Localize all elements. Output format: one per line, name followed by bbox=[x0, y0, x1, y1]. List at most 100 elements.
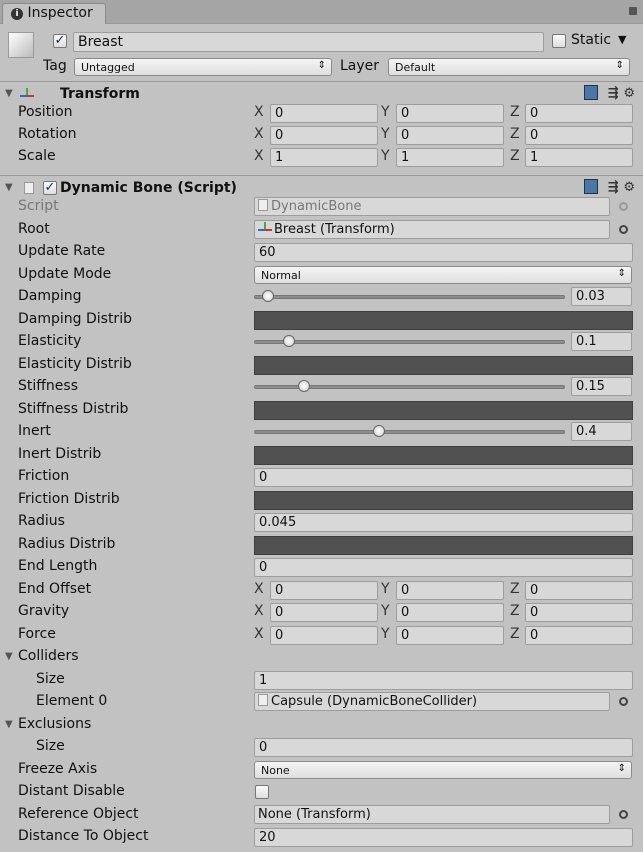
end-length-row: End Length 0 bbox=[0, 556, 643, 579]
slider-track[interactable] bbox=[254, 340, 565, 344]
updown-icon: ⇕ bbox=[617, 267, 626, 279]
z-field[interactable]: 0 bbox=[525, 603, 633, 622]
curve-field[interactable] bbox=[254, 490, 633, 510]
slider-value-field[interactable]: 0.15 bbox=[571, 377, 632, 396]
info-icon: i bbox=[11, 8, 23, 20]
x-field[interactable]: 0 bbox=[270, 126, 378, 145]
element-0-row: Element 0 Capsule (DynamicBoneCollider) bbox=[0, 691, 643, 714]
foldout-arrow-icon[interactable]: ▼ bbox=[5, 182, 13, 193]
slider-thumb[interactable] bbox=[283, 335, 295, 347]
slider-value-field[interactable]: 0.03 bbox=[571, 287, 632, 306]
z-field[interactable]: 0 bbox=[525, 580, 633, 600]
z-field[interactable]: 1 bbox=[525, 148, 633, 167]
update-mode-row: Update Mode Normal ⇕ bbox=[0, 264, 643, 287]
axis-label-x: X bbox=[254, 104, 264, 120]
static-checkbox[interactable] bbox=[552, 34, 566, 48]
axis-label-z: Z bbox=[510, 148, 520, 164]
friction-row: Friction 0 bbox=[0, 466, 643, 489]
x-field[interactable]: 0 bbox=[270, 580, 378, 600]
slider-thumb[interactable] bbox=[298, 380, 310, 392]
field-label: Force bbox=[18, 625, 56, 642]
lock-icon[interactable] bbox=[629, 7, 637, 15]
slider-thumb[interactable] bbox=[373, 425, 385, 437]
x-field[interactable]: 0 bbox=[270, 625, 378, 645]
field-label: Scale bbox=[18, 148, 56, 164]
z-field[interactable]: 0 bbox=[525, 104, 633, 123]
x-field[interactable]: 0 bbox=[270, 603, 378, 622]
slider-value-field[interactable]: 0.1 bbox=[571, 332, 632, 351]
stiffness-distrib-row: Stiffness Distrib bbox=[0, 399, 643, 422]
object-value: Capsule (DynamicBoneCollider) bbox=[271, 694, 478, 709]
object-field[interactable]: Breast (Transform) bbox=[254, 219, 610, 239]
axis-label-y: Y bbox=[381, 580, 390, 597]
object-value: DynamicBone bbox=[271, 199, 362, 214]
text-field[interactable]: 0.045 bbox=[254, 513, 633, 532]
y-field[interactable]: 0 bbox=[396, 625, 504, 645]
preset-icon[interactable]: ⇶ bbox=[608, 86, 619, 101]
object-picker-icon[interactable] bbox=[619, 697, 628, 706]
field-label: Script bbox=[18, 198, 59, 214]
axis-label-z: Z bbox=[510, 625, 520, 642]
gear-icon[interactable]: ⚙ bbox=[623, 86, 635, 101]
gear-icon[interactable]: ⚙ bbox=[623, 180, 635, 195]
y-field[interactable]: 0 bbox=[396, 580, 504, 600]
curve-field[interactable] bbox=[254, 535, 633, 555]
object-field[interactable]: Capsule (DynamicBoneCollider) bbox=[254, 692, 610, 711]
object-name-input[interactable]: Breast bbox=[73, 32, 544, 52]
text-field[interactable]: 60 bbox=[254, 243, 633, 262]
foldout-arrow-icon[interactable]: ▼ bbox=[5, 651, 13, 662]
script-icon bbox=[258, 694, 268, 706]
foldout-arrow-icon[interactable]: ▼ bbox=[5, 719, 13, 730]
object-picker-icon[interactable] bbox=[619, 224, 628, 234]
tag-dropdown[interactable]: Untagged ⇕ bbox=[74, 58, 332, 76]
checkbox[interactable] bbox=[255, 785, 269, 799]
dropdown[interactable]: Normal ⇕ bbox=[254, 265, 632, 284]
text-field[interactable]: 1 bbox=[254, 670, 633, 690]
text-field[interactable]: 0 bbox=[254, 738, 633, 757]
z-field[interactable]: 0 bbox=[525, 126, 633, 145]
foldout-arrow-icon[interactable]: ▼ bbox=[5, 88, 13, 99]
active-checkbox[interactable]: ✓ bbox=[53, 34, 67, 48]
y-field[interactable]: 0 bbox=[396, 104, 504, 123]
slider-value-field[interactable]: 0.4 bbox=[571, 422, 632, 441]
field-label: Distant Disable bbox=[18, 783, 125, 799]
z-field[interactable]: 0 bbox=[525, 625, 633, 645]
colliders-row: ▼ Colliders bbox=[0, 646, 643, 669]
curve-field[interactable] bbox=[254, 445, 633, 465]
distant-disable-row: Distant Disable bbox=[0, 781, 643, 804]
y-field[interactable]: 0 bbox=[396, 603, 504, 622]
help-icon[interactable] bbox=[583, 85, 598, 100]
gameobject-cube-icon[interactable] bbox=[8, 32, 34, 58]
object-picker-icon[interactable] bbox=[619, 809, 628, 819]
text-field[interactable]: 0 bbox=[254, 558, 633, 577]
x-field[interactable]: 0 bbox=[270, 104, 378, 123]
y-field[interactable]: 0 bbox=[396, 126, 504, 145]
field-label[interactable]: Exclusions bbox=[18, 716, 91, 732]
y-field[interactable]: 1 bbox=[396, 148, 504, 167]
axis-label-z: Z bbox=[510, 126, 520, 142]
static-dropdown-arrow-icon[interactable]: ▼ bbox=[618, 33, 626, 46]
component-enabled-checkbox[interactable]: ✓ bbox=[43, 181, 57, 195]
curve-field[interactable] bbox=[254, 310, 633, 330]
field-label: Position bbox=[18, 104, 73, 120]
help-icon[interactable] bbox=[583, 179, 598, 194]
updown-icon: ⇕ bbox=[615, 60, 624, 71]
force-row: Force X 0 Y 0 Z 0 bbox=[0, 624, 643, 647]
dropdown[interactable]: None ⇕ bbox=[254, 760, 632, 779]
transform-icon bbox=[20, 88, 34, 100]
x-field[interactable]: 1 bbox=[270, 148, 378, 167]
preset-icon[interactable]: ⇶ bbox=[608, 180, 619, 195]
tab-inspector[interactable]: i Inspector bbox=[2, 3, 106, 24]
object-field[interactable]: None (Transform) bbox=[254, 804, 610, 824]
layer-dropdown[interactable]: Default ⇕ bbox=[388, 58, 630, 76]
slider-track[interactable] bbox=[254, 295, 565, 299]
slider-track[interactable] bbox=[254, 430, 565, 434]
curve-field[interactable] bbox=[254, 400, 633, 420]
text-field[interactable]: 0 bbox=[254, 468, 633, 487]
dropdown-value: Normal bbox=[261, 268, 301, 282]
curve-field[interactable] bbox=[254, 355, 633, 375]
transform-row-scale: Scale X 1 Y 1 Z 1 bbox=[0, 146, 643, 169]
field-label[interactable]: Colliders bbox=[18, 648, 79, 664]
slider-thumb[interactable] bbox=[262, 290, 274, 302]
text-field[interactable]: 20 bbox=[254, 828, 633, 847]
